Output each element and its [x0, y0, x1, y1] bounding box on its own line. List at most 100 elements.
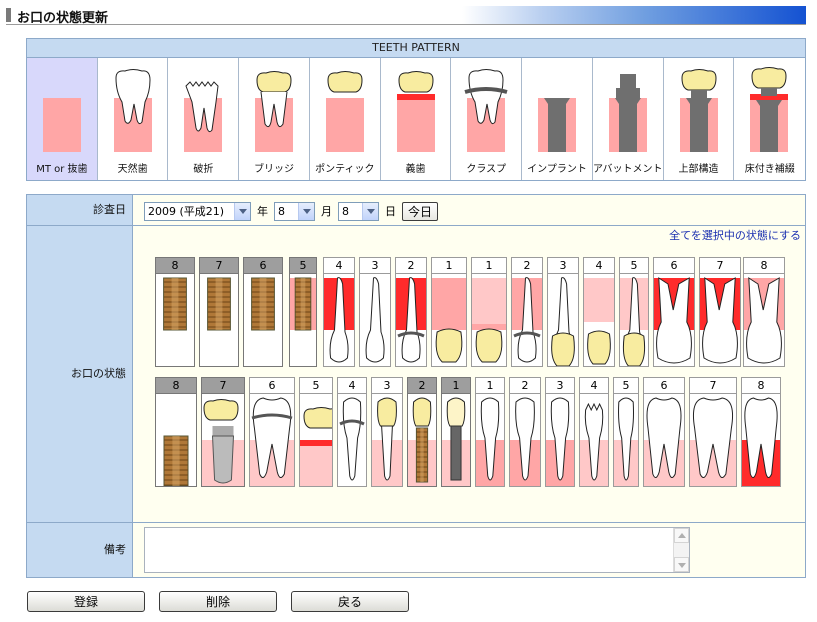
tooth-upper-1[interactable]: 7 [199, 257, 239, 367]
back-button[interactable]: 戻る [291, 591, 409, 612]
remarks-textarea[interactable] [144, 527, 690, 573]
tooth-number: 4 [338, 378, 366, 394]
tooth-icon [290, 277, 316, 331]
tooth-number: 6 [644, 378, 684, 394]
tooth-lower-14[interactable]: 7 [689, 377, 737, 487]
tooth-icon [251, 277, 275, 331]
tooth-upper-3[interactable]: 5 [289, 257, 317, 367]
register-button[interactable]: 登録 [27, 591, 145, 612]
tooth-icon [365, 277, 385, 363]
tooth-lower-7[interactable]: 1 [441, 377, 471, 487]
pattern-fracture[interactable]: 破折 [168, 58, 240, 180]
chevron-down-icon[interactable] [362, 202, 378, 220]
tooth-number: 5 [300, 378, 332, 394]
tooth-body [200, 274, 238, 366]
tooth-upper-10[interactable]: 3 [547, 257, 579, 367]
tooth-body [156, 394, 196, 486]
tooth-upper-4[interactable]: 4 [323, 257, 355, 367]
chevron-down-icon[interactable] [234, 202, 250, 220]
tooth-body [372, 394, 402, 486]
teeth-pattern-header: TEETH PATTERN [27, 39, 805, 58]
tooth-upper-0[interactable]: 8 [155, 257, 195, 367]
tooth-body [620, 274, 648, 366]
month-select[interactable]: 8 [274, 201, 315, 221]
tooth-upper-9[interactable]: 2 [511, 257, 543, 367]
tooth-number: 2 [512, 258, 542, 274]
tooth-number: 7 [200, 258, 238, 274]
tooth-upper-15[interactable]: 8 [743, 257, 785, 367]
tooth-upper-14[interactable]: 7 [699, 257, 741, 367]
tooth-number: 2 [396, 258, 426, 274]
tooth-number: 2 [408, 378, 436, 394]
denture-tooth-icon [396, 71, 435, 152]
clasp-tooth-icon [464, 69, 508, 152]
page-title: お口の状態更新 [17, 11, 109, 26]
tooth-lower-12[interactable]: 5 [613, 377, 639, 487]
pattern-label: 床付き補綴 [744, 164, 795, 175]
tooth-lower-9[interactable]: 2 [509, 377, 541, 487]
pattern-superstructure[interactable]: 上部構造 [663, 58, 735, 180]
tooth-body [360, 274, 390, 366]
tooth-lower-15[interactable]: 8 [741, 377, 781, 487]
tooth-body [324, 274, 354, 366]
day-select[interactable]: 8 [338, 201, 379, 221]
tooth-body [250, 394, 294, 486]
tooth-lower-1[interactable]: 7 [201, 377, 245, 487]
pattern-label: アバットメント [592, 164, 663, 175]
delete-button[interactable]: 削除 [159, 591, 277, 612]
remarks-scrollbar[interactable] [673, 528, 689, 572]
tooth-upper-11[interactable]: 4 [583, 257, 615, 367]
scroll-up-icon[interactable] [674, 528, 689, 543]
tooth-upper-8[interactable]: 1 [471, 257, 507, 367]
tooth-upper-12[interactable]: 5 [619, 257, 649, 367]
chevron-down-icon[interactable] [298, 202, 314, 220]
teeth-pattern-list: MT or 抜歯 天然歯 破折 ブリッジ ポンティック 義歯 クラスプ インプラント アバットメ… [27, 58, 806, 180]
tooth-icon [202, 399, 244, 486]
tooth-number: 7 [690, 378, 736, 394]
tooth-number: 4 [324, 258, 354, 274]
tooth-upper-7[interactable]: 1 [431, 257, 467, 367]
tooth-lower-0[interactable]: 8 [155, 377, 197, 487]
pattern-abutment[interactable]: アバットメント [592, 58, 664, 180]
pattern-implant[interactable]: インプラント [522, 58, 593, 180]
tooth-lower-5[interactable]: 3 [371, 377, 403, 487]
pattern-label: MT or 抜歯 [36, 164, 88, 175]
pattern-mt[interactable]: MT or 抜歯 [27, 58, 98, 180]
pattern-denture[interactable]: 義歯 [380, 58, 452, 180]
tooth-lower-6[interactable]: 2 [407, 377, 437, 487]
tooth-upper-13[interactable]: 6 [653, 257, 695, 367]
tooth-number: 8 [156, 378, 196, 394]
pattern-natural[interactable]: 天然歯 [97, 58, 169, 180]
tooth-lower-8[interactable]: 1 [475, 377, 505, 487]
scroll-down-icon[interactable] [674, 557, 689, 572]
tooth-lower-13[interactable]: 6 [643, 377, 685, 487]
pattern-bridge[interactable]: ブリッジ [239, 58, 310, 180]
tooth-icon [408, 397, 436, 486]
pattern-label: 上部構造 [678, 164, 719, 175]
tooth-icon [510, 397, 540, 486]
tooth-lower-2[interactable]: 6 [249, 377, 295, 487]
tooth-lower-4[interactable]: 4 [337, 377, 367, 487]
tooth-lower-3[interactable]: 5 [299, 377, 333, 487]
floor-restoration-icon [750, 67, 789, 152]
tooth-upper-2[interactable]: 6 [243, 257, 283, 367]
pattern-clasp[interactable]: クラスプ [451, 58, 523, 180]
month-select-value: 8 [278, 204, 285, 218]
tooth-body [244, 274, 282, 366]
tooth-lower-10[interactable]: 3 [545, 377, 575, 487]
tooth-icon [207, 277, 231, 331]
tooth-upper-5[interactable]: 3 [359, 257, 391, 367]
year-select[interactable]: 2009 (平成21) [144, 201, 251, 221]
tooth-number: 8 [156, 258, 194, 274]
today-button[interactable]: 今日 [402, 201, 439, 221]
tooth-lower-11[interactable]: 4 [579, 377, 609, 487]
pattern-floor_restoration[interactable]: 床付き補綴 [734, 58, 806, 180]
tooth-upper-6[interactable]: 2 [395, 257, 427, 367]
natural-tooth-icon [113, 69, 152, 152]
pattern-pontic[interactable]: ポンティック [309, 58, 381, 180]
fractured-tooth-icon [184, 81, 223, 152]
select-all-link[interactable]: 全てを選択中の状態にする [669, 227, 801, 243]
tooth-number: 6 [244, 258, 282, 274]
tooth-number: 7 [700, 258, 740, 274]
tooth-body [408, 394, 436, 486]
